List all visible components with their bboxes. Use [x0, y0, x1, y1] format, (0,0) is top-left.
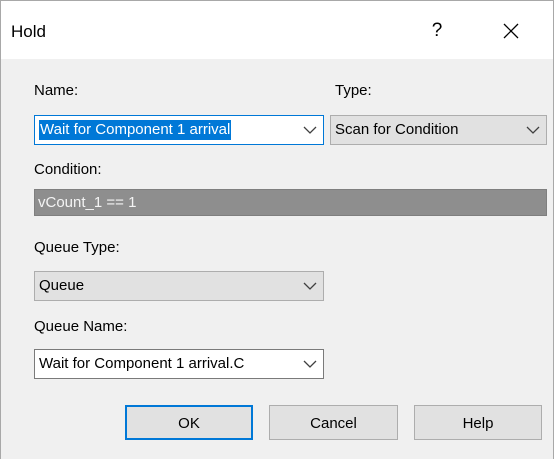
name-label: Name: [34, 82, 79, 99]
close-icon[interactable] [502, 22, 520, 40]
queue-type-value: Queue [39, 277, 85, 294]
ok-button[interactable]: OK [125, 405, 253, 440]
name-value[interactable]: Wait for Component 1 arrival [39, 120, 232, 140]
type-label: Type: [335, 82, 372, 99]
help-question-button[interactable]: ? [425, 19, 449, 43]
queue-type-combobox[interactable]: Queue [34, 271, 324, 301]
title-bar[interactable]: Hold ? [1, 1, 553, 59]
condition-label: Condition: [34, 161, 102, 178]
name-combobox[interactable]: Wait for Component 1 arrival [34, 115, 324, 145]
queue-name-label: Queue Name: [34, 318, 128, 335]
type-value: Scan for Condition [335, 121, 459, 138]
condition-value: vCount_1 == 1 [38, 194, 137, 211]
chevron-down-icon[interactable] [303, 281, 317, 291]
cancel-button[interactable]: Cancel [269, 405, 398, 440]
queue-name-combobox[interactable]: Wait for Component 1 arrival.C [34, 349, 324, 379]
window-title: Hold [11, 22, 46, 41]
hold-dialog: Hold ? Name: Type: Wait for Component 1 … [0, 0, 554, 459]
chevron-down-icon[interactable] [303, 125, 317, 135]
condition-field[interactable]: vCount_1 == 1 [34, 189, 547, 216]
page: Hold ? Name: Type: Wait for Component 1 … [0, 0, 557, 459]
help-button[interactable]: Help [414, 405, 542, 440]
queue-type-label: Queue Type: [34, 239, 120, 256]
queue-name-value[interactable]: Wait for Component 1 arrival.C [39, 355, 244, 372]
type-combobox[interactable]: Scan for Condition [330, 115, 547, 145]
chevron-down-icon[interactable] [303, 359, 317, 369]
chevron-down-icon[interactable] [526, 125, 540, 135]
